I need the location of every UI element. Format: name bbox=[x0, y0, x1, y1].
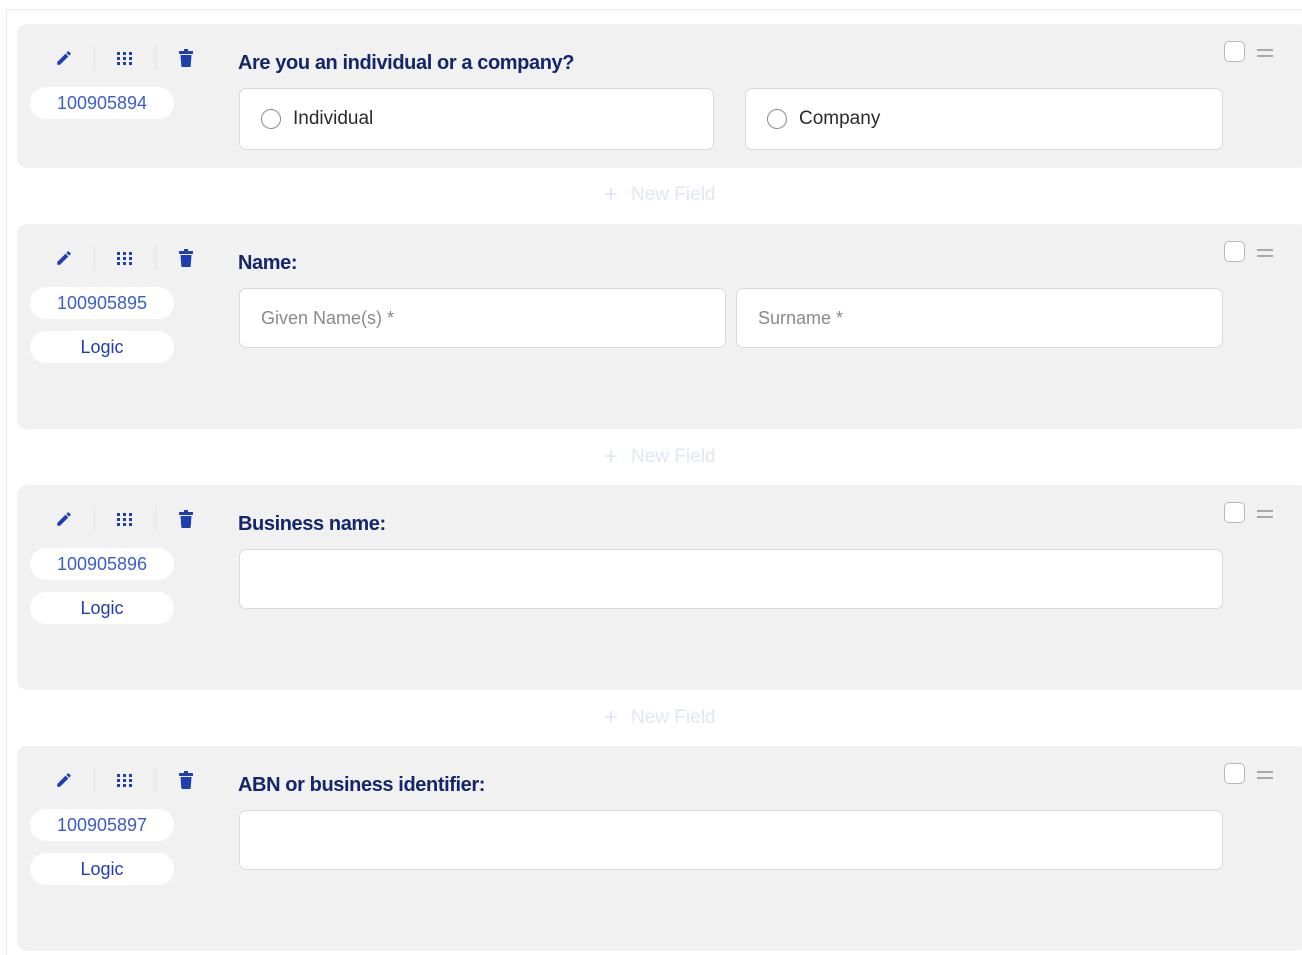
toolbar-divider bbox=[155, 246, 156, 270]
field-select-checkbox[interactable] bbox=[1224, 41, 1245, 62]
field-select-checkbox[interactable] bbox=[1224, 763, 1245, 784]
new-field-label: New Field bbox=[631, 707, 716, 728]
abn-field[interactable] bbox=[239, 810, 1223, 870]
field-card: 100905895 Logic Name: bbox=[17, 224, 1302, 429]
radio-option-company[interactable]: Company bbox=[745, 88, 1223, 150]
layout-button[interactable] bbox=[110, 45, 140, 71]
radio-option-label: Company bbox=[799, 108, 881, 129]
field-label: Are you an individual or a company? bbox=[238, 52, 575, 74]
field-select-checkbox[interactable] bbox=[1224, 241, 1245, 262]
business-name-input[interactable] bbox=[240, 550, 1222, 608]
grid-icon bbox=[117, 774, 132, 787]
toolbar-divider bbox=[155, 46, 156, 70]
toolbar-divider bbox=[94, 246, 95, 270]
business-name-field[interactable] bbox=[239, 549, 1223, 609]
grid-icon bbox=[117, 52, 132, 65]
pencil-icon bbox=[57, 251, 71, 265]
new-field-label: New Field bbox=[631, 184, 716, 205]
logic-button[interactable]: Logic bbox=[30, 331, 174, 363]
logic-button[interactable]: Logic bbox=[30, 853, 174, 885]
edit-button[interactable] bbox=[49, 767, 79, 793]
toolbar-divider bbox=[155, 768, 156, 792]
field-toolbar bbox=[49, 44, 201, 72]
pencil-icon bbox=[57, 773, 71, 787]
field-toolbar bbox=[49, 505, 201, 533]
delete-button[interactable] bbox=[171, 506, 201, 532]
toolbar-divider bbox=[94, 768, 95, 792]
delete-button[interactable] bbox=[171, 245, 201, 271]
toolbar-divider bbox=[155, 507, 156, 531]
drag-handle-icon[interactable] bbox=[1257, 48, 1273, 58]
field-toolbar bbox=[49, 244, 201, 272]
radio-option-individual[interactable]: Individual bbox=[239, 88, 714, 150]
field-id-badge[interactable]: 100905894 bbox=[30, 87, 174, 119]
radio-circle-icon bbox=[261, 109, 281, 129]
new-field-button[interactable]: + New Field bbox=[604, 181, 716, 208]
toolbar-divider bbox=[94, 46, 95, 70]
field-id-badge[interactable]: 100905897 bbox=[30, 809, 174, 841]
pencil-icon bbox=[57, 51, 71, 65]
trash-icon bbox=[179, 249, 193, 267]
new-field-button[interactable]: + New Field bbox=[604, 704, 716, 731]
given-name-input[interactable] bbox=[240, 289, 725, 347]
new-field-label: New Field bbox=[631, 446, 716, 467]
field-id-badge[interactable]: 100905896 bbox=[30, 548, 174, 580]
trash-icon bbox=[179, 771, 193, 789]
frame-left-border bbox=[6, 9, 7, 955]
delete-button[interactable] bbox=[171, 45, 201, 71]
drag-handle-icon[interactable] bbox=[1257, 248, 1273, 258]
given-name-field[interactable] bbox=[239, 288, 726, 348]
field-label: ABN or business identifier: bbox=[238, 774, 486, 796]
drag-handle-icon[interactable] bbox=[1257, 770, 1273, 780]
new-field-button[interactable]: + New Field bbox=[604, 443, 716, 470]
edit-button[interactable] bbox=[49, 506, 79, 532]
pencil-icon bbox=[57, 512, 71, 526]
drag-handle-icon[interactable] bbox=[1257, 509, 1273, 519]
plus-icon: + bbox=[604, 704, 619, 731]
field-select-checkbox[interactable] bbox=[1224, 502, 1245, 523]
field-id-badge[interactable]: 100905895 bbox=[30, 287, 174, 319]
grid-icon bbox=[117, 513, 132, 526]
abn-input[interactable] bbox=[240, 811, 1222, 869]
delete-button[interactable] bbox=[171, 767, 201, 793]
trash-icon bbox=[179, 510, 193, 528]
logic-button[interactable]: Logic bbox=[30, 592, 174, 624]
frame-top-border bbox=[6, 9, 1302, 10]
surname-input[interactable] bbox=[737, 289, 1222, 347]
radio-option-label: Individual bbox=[293, 108, 374, 129]
field-card: 100905894 Are you an individual or a com… bbox=[17, 24, 1302, 168]
plus-icon: + bbox=[604, 443, 619, 470]
layout-button[interactable] bbox=[110, 245, 140, 271]
field-card: 100905897 Logic ABN or business identifi… bbox=[17, 746, 1302, 951]
surname-field[interactable] bbox=[736, 288, 1223, 348]
trash-icon bbox=[179, 49, 193, 67]
edit-button[interactable] bbox=[49, 45, 79, 71]
field-label: Business name: bbox=[238, 513, 386, 535]
radio-circle-icon bbox=[767, 109, 787, 129]
edit-button[interactable] bbox=[49, 245, 79, 271]
plus-icon: + bbox=[604, 181, 619, 208]
grid-icon bbox=[117, 252, 132, 265]
layout-button[interactable] bbox=[110, 767, 140, 793]
field-card: 100905896 Logic Business name: bbox=[17, 485, 1302, 690]
field-toolbar bbox=[49, 766, 201, 794]
layout-button[interactable] bbox=[110, 506, 140, 532]
field-label: Name: bbox=[238, 252, 298, 274]
toolbar-divider bbox=[94, 507, 95, 531]
